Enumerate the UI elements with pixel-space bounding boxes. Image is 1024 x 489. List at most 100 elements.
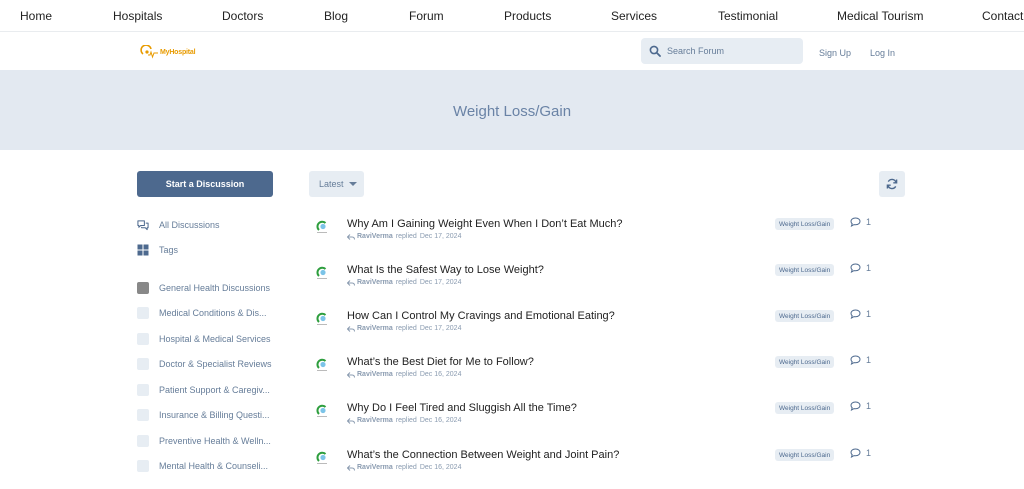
sidebar-tag-label: General Health Discussions xyxy=(159,283,271,293)
tag-color-swatch xyxy=(137,435,149,447)
sidebar-tag-hospital-services[interactable]: Hospital & Medical Services xyxy=(137,332,271,346)
nav-medical-tourism-link[interactable]: Medical Tourism xyxy=(837,9,923,23)
avatar[interactable] xyxy=(314,449,330,465)
discussion-title[interactable]: Why Do I Feel Tired and Sluggish All the… xyxy=(347,402,577,414)
discussion-user[interactable]: RaviVerma xyxy=(357,233,393,240)
tag-color-swatch xyxy=(137,460,149,472)
nav-hospitals-link[interactable]: Hospitals xyxy=(113,9,162,23)
sidebar-tag-preventive-health[interactable]: Preventive Health & Welln... xyxy=(137,434,271,448)
discussion-tag-badge[interactable]: Weight Loss/Gain xyxy=(775,449,835,461)
nav-contact-link[interactable]: Contact xyxy=(982,9,1023,23)
discussion-item[interactable]: What’s the Best Diet for Me to Follow? Ra… xyxy=(314,355,884,396)
sidebar-item-label: Tags xyxy=(159,245,179,255)
comment-icon xyxy=(850,355,861,365)
top-navigation: Home Hospitals Doctors Blog Forum Produc… xyxy=(0,0,1024,32)
discussion-user[interactable]: RaviVerma xyxy=(357,417,393,424)
reply-count: 1 xyxy=(850,448,871,458)
discussion-action: replied xyxy=(395,371,417,378)
sidebar-tag-doctor-reviews[interactable]: Doctor & Specialist Reviews xyxy=(137,357,272,371)
sort-label: Latest xyxy=(319,179,344,189)
avatar[interactable] xyxy=(314,402,330,418)
reply-count-value: 1 xyxy=(866,401,872,411)
tag-color-swatch xyxy=(137,409,149,421)
reply-count-value: 1 xyxy=(866,448,872,458)
sidebar-tag-label: Insurance & Billing Questi... xyxy=(159,410,270,420)
discussion-tag-badge[interactable]: Weight Loss/Gain xyxy=(775,356,835,368)
reply-count: 1 xyxy=(850,401,871,411)
reply-icon xyxy=(347,325,355,332)
discussion-title[interactable]: What Is the Safest Way to Lose Weight? xyxy=(347,264,544,276)
sign-up-link[interactable]: Sign Up xyxy=(819,48,851,58)
discussion-user[interactable]: RaviVerma xyxy=(357,325,393,332)
tag-color-swatch xyxy=(137,307,149,319)
discussion-item[interactable]: What’s the Connection Between Weight and… xyxy=(314,448,884,489)
sidebar-tag-general-health[interactable]: General Health Discussions xyxy=(137,281,270,295)
site-logo[interactable]: MyHospital xyxy=(140,44,196,60)
sidebar-tag-insurance-billing[interactable]: Insurance & Billing Questi... xyxy=(137,408,270,422)
discussion-title[interactable]: What’s the Connection Between Weight and… xyxy=(347,449,619,461)
tag-color-swatch xyxy=(137,358,149,370)
sidebar-tag-label: Medical Conditions & Dis... xyxy=(159,308,267,318)
nav-forum-link[interactable]: Forum xyxy=(409,9,444,23)
nav-blog-link[interactable]: Blog xyxy=(324,9,348,23)
avatar[interactable] xyxy=(314,356,330,372)
sidebar-tag-patient-support[interactable]: Patient Support & Caregiv... xyxy=(137,383,270,397)
discussion-action: replied xyxy=(395,464,417,471)
discussion-meta: RaviVerma replied Dec 16, 2024 xyxy=(347,371,461,378)
sidebar-item-all-discussions[interactable]: All Discussions xyxy=(137,218,220,232)
discussion-title[interactable]: How Can I Control My Cravings and Emotio… xyxy=(347,310,615,322)
start-discussion-button[interactable]: Start a Discussion xyxy=(137,171,273,197)
discussion-meta: RaviVerma replied Dec 16, 2024 xyxy=(347,464,461,471)
discussion-item[interactable]: Why Do I Feel Tired and Sluggish All the… xyxy=(314,401,884,442)
sidebar-tag-label: Preventive Health & Welln... xyxy=(159,436,271,446)
discussion-date: Dec 17, 2024 xyxy=(419,325,462,332)
comment-icon xyxy=(850,309,861,319)
discussion-title[interactable]: Why Am I Gaining Weight Even When I Don’… xyxy=(347,218,623,230)
avatar[interactable] xyxy=(314,264,330,280)
refresh-button[interactable] xyxy=(879,171,905,197)
discussion-tag-badge[interactable]: Weight Loss/Gain xyxy=(775,402,835,414)
discussion-tag-badge[interactable]: Weight Loss/Gain xyxy=(775,218,835,230)
reply-icon xyxy=(347,233,355,240)
discussion-date: Dec 16, 2024 xyxy=(419,464,462,471)
discussion-tag-badge[interactable]: Weight Loss/Gain xyxy=(775,264,835,276)
nav-testimonial-link[interactable]: Testimonial xyxy=(718,9,778,23)
discussion-meta: RaviVerma replied Dec 17, 2024 xyxy=(347,325,461,332)
discussion-user[interactable]: RaviVerma xyxy=(357,371,393,378)
forum-header: MyHospital Search Forum Sign Up Log In xyxy=(0,32,1024,70)
discussion-item[interactable]: Why Am I Gaining Weight Even When I Don’… xyxy=(314,217,884,258)
tag-color-swatch xyxy=(137,333,149,345)
search-forum-input[interactable]: Search Forum xyxy=(641,38,803,64)
log-in-link[interactable]: Log In xyxy=(870,48,895,58)
caret-down-icon xyxy=(348,182,357,186)
discussion-user[interactable]: RaviVerma xyxy=(357,464,393,471)
reply-icon xyxy=(347,464,355,471)
discussion-title[interactable]: What’s the Best Diet for Me to Follow? xyxy=(347,356,534,368)
discussion-item[interactable]: What Is the Safest Way to Lose Weight? Ra… xyxy=(314,263,884,304)
nav-products-link[interactable]: Products xyxy=(504,9,551,23)
comment-icon xyxy=(850,401,861,411)
avatar[interactable] xyxy=(314,218,330,234)
tag-color-swatch xyxy=(137,384,149,396)
reply-icon xyxy=(347,279,355,286)
comment-icon xyxy=(850,217,861,227)
sidebar-tag-label: Hospital & Medical Services xyxy=(159,334,271,344)
nav-services-link[interactable]: Services xyxy=(611,9,657,23)
avatar[interactable] xyxy=(314,310,330,326)
discussion-tag-badge[interactable]: Weight Loss/Gain xyxy=(775,310,835,322)
reply-icon xyxy=(347,371,355,378)
sidebar-item-label: All Discussions xyxy=(159,220,220,230)
sort-dropdown[interactable]: Latest xyxy=(309,171,364,197)
page-title: Weight Loss/Gain xyxy=(452,103,572,120)
sidebar-item-tags[interactable]: Tags xyxy=(137,243,178,257)
discussion-action: replied xyxy=(395,325,417,332)
discussion-user[interactable]: RaviVerma xyxy=(357,279,393,286)
discussion-date: Dec 17, 2024 xyxy=(419,233,462,240)
nav-doctors-link[interactable]: Doctors xyxy=(222,9,263,23)
nav-home-link[interactable]: Home xyxy=(20,9,52,23)
sidebar-tag-mental-health[interactable]: Mental Health & Counseli... xyxy=(137,459,268,473)
discussion-action: replied xyxy=(395,417,417,424)
discussion-item[interactable]: How Can I Control My Cravings and Emotio… xyxy=(314,309,884,350)
tag-hero: Weight Loss/Gain xyxy=(0,70,1024,150)
sidebar-tag-medical-conditions[interactable]: Medical Conditions & Dis... xyxy=(137,306,267,320)
